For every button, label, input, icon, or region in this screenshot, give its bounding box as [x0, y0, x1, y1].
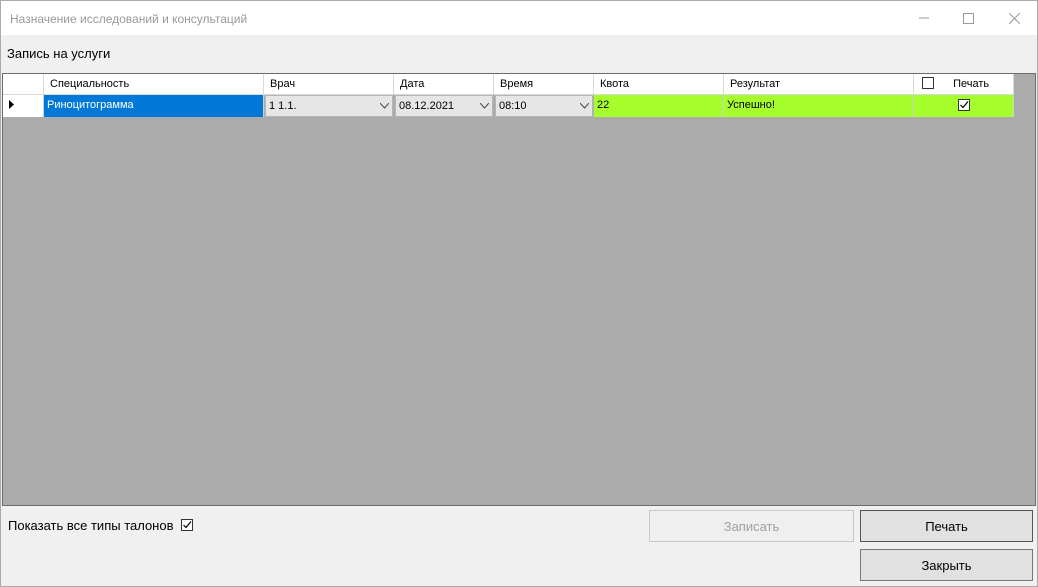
- cell-quota[interactable]: 22: [594, 95, 724, 117]
- column-header-quota[interactable]: Квота: [594, 74, 724, 95]
- title-bar: Назначение исследований и консультаций: [1, 1, 1037, 35]
- print-button[interactable]: Печать: [860, 510, 1033, 542]
- cell-time-value: 08:10: [499, 100, 527, 112]
- row-header-corner: [3, 74, 44, 95]
- close-icon: [1008, 12, 1020, 24]
- row-pointer-icon: [9, 100, 14, 109]
- cell-date-combo[interactable]: 08.12.2021: [395, 95, 493, 117]
- cell-print[interactable]: [914, 95, 1014, 117]
- column-header-print-label: Печать: [953, 78, 990, 90]
- chevron-down-icon[interactable]: [376, 96, 392, 116]
- chevron-down-icon[interactable]: [576, 96, 592, 116]
- column-header-result[interactable]: Результат: [724, 74, 914, 95]
- show-all-ticket-types-label: Показать все типы талонов: [8, 518, 174, 533]
- minimize-icon: [919, 17, 929, 19]
- save-button[interactable]: Записать: [649, 510, 854, 542]
- show-all-ticket-types[interactable]: Показать все типы талонов: [8, 518, 194, 533]
- cell-date-value: 08.12.2021: [399, 100, 455, 112]
- appointments-grid[interactable]: Специальность Врач Дата Время Квота Резу…: [2, 73, 1036, 506]
- select-all-print-checkbox[interactable]: [922, 77, 934, 89]
- cell-specialty[interactable]: Риноцитограмма: [44, 95, 264, 117]
- maximize-icon: [962, 12, 974, 24]
- close-button[interactable]: [991, 1, 1037, 35]
- window-title: Назначение исследований и консультаций: [10, 12, 248, 26]
- print-checkbox[interactable]: [957, 99, 970, 112]
- maximize-button[interactable]: [945, 1, 991, 35]
- close-dialog-button[interactable]: Закрыть: [860, 549, 1033, 581]
- checkmark-icon: [183, 521, 192, 529]
- section-label: Запись на услуги: [7, 46, 111, 61]
- checkmark-icon: [959, 101, 968, 109]
- dialog-window: Назначение исследований и консультаций З…: [0, 0, 1038, 587]
- cell-result[interactable]: Успешно!: [724, 95, 914, 117]
- column-header-doctor[interactable]: Врач: [264, 74, 394, 95]
- chevron-down-icon[interactable]: [476, 96, 492, 116]
- cell-doctor-value: 1 1.1.: [269, 100, 297, 112]
- cell-time-combo[interactable]: 08:10: [495, 95, 593, 117]
- cell-doctor-combo[interactable]: 1 1.1.: [265, 95, 393, 117]
- row-header[interactable]: [3, 95, 44, 117]
- show-all-ticket-types-checkbox[interactable]: [181, 519, 194, 531]
- column-header-time[interactable]: Время: [494, 74, 594, 95]
- column-header-print[interactable]: Печать: [914, 74, 1014, 95]
- minimize-button[interactable]: [901, 1, 947, 35]
- column-header-date[interactable]: Дата: [394, 74, 494, 95]
- column-header-specialty[interactable]: Специальность: [44, 74, 264, 95]
